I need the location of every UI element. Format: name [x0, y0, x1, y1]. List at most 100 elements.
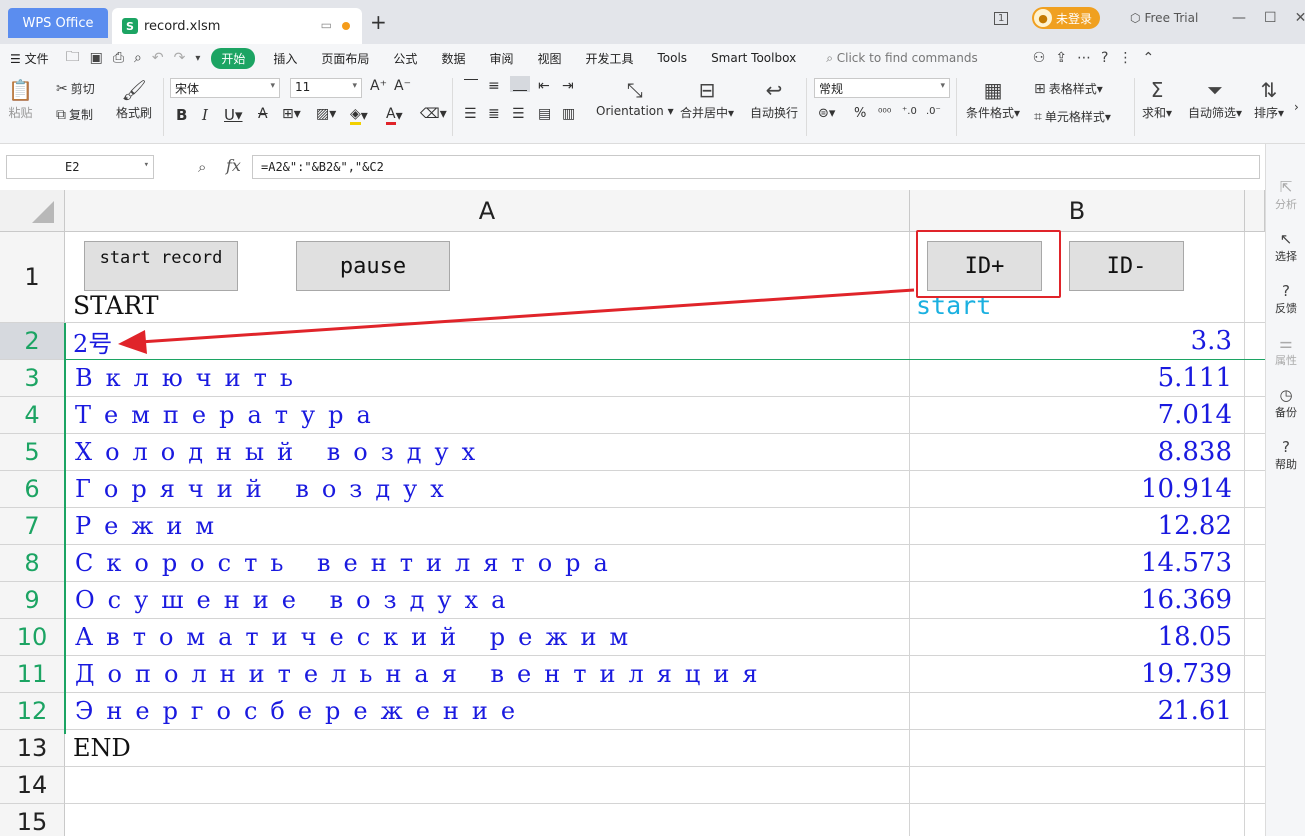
close-icon[interactable]: ✕ — [1295, 10, 1305, 26]
cell-b5[interactable]: 8.838 — [910, 434, 1245, 470]
maximize-icon[interactable]: ☐ — [1264, 10, 1277, 26]
cell-a12[interactable]: Энергосбережение — [65, 693, 910, 729]
options-more-icon[interactable]: ⋮ — [1113, 50, 1137, 66]
side-properties-button[interactable]: ⚌ 属性 — [1266, 334, 1305, 368]
tab-formulas[interactable]: 公式 — [381, 50, 429, 67]
align-left-icon[interactable]: ☰ — [464, 106, 477, 122]
cell-a8[interactable]: Скорость вентилятора — [65, 545, 910, 581]
row-header[interactable]: 4 — [0, 397, 65, 434]
row-header[interactable]: 3 — [0, 360, 65, 397]
thousands-icon[interactable]: ⁰⁰⁰ — [878, 106, 891, 119]
increase-font-icon[interactable]: A⁺ — [370, 78, 387, 94]
currency-icon[interactable]: ⊜▾ — [818, 106, 835, 121]
name-box[interactable]: E2 ▾ — [6, 155, 154, 179]
percent-icon[interactable]: % — [854, 106, 866, 121]
cell-a15[interactable] — [65, 804, 910, 836]
strikethrough-icon[interactable]: A — [258, 106, 268, 122]
help-icon[interactable]: ? — [1096, 50, 1113, 66]
cell-a11[interactable]: Дополнительная вентиляция — [65, 656, 910, 692]
row-header[interactable]: 11 — [0, 656, 65, 693]
menu-file[interactable]: ☰ 文件 — [0, 50, 61, 67]
row-header[interactable]: 12 — [0, 693, 65, 730]
cell-b11[interactable]: 19.739 — [910, 656, 1245, 692]
cell-a6[interactable]: Горячий воздух — [65, 471, 910, 507]
border-icon[interactable]: ⊞▾ — [282, 106, 301, 122]
id-minus-button[interactable]: ID- — [1069, 241, 1184, 291]
cut-button[interactable]: ✂ 剪切 — [56, 80, 95, 97]
side-help-button[interactable]: ? 帮助 — [1266, 438, 1305, 472]
undo-icon[interactable]: ↶ — [147, 50, 169, 66]
indent-decrease-icon[interactable]: ⇤ — [538, 78, 550, 94]
print-preview-icon[interactable]: ⌕ — [129, 50, 147, 66]
row-header[interactable]: 13 — [0, 730, 65, 767]
tab-insert[interactable]: 插入 — [261, 50, 309, 67]
side-analyze-button[interactable]: ⇱ 分析 — [1266, 178, 1305, 212]
sum-button[interactable]: Σ 求和▾ — [1142, 76, 1172, 121]
sort-button[interactable]: ⇅ 排序▾ — [1254, 76, 1284, 121]
row-header[interactable]: 2 — [0, 323, 65, 360]
merge-center-button[interactable]: ⊟ 合并居中▾ — [680, 76, 734, 121]
format-painter-button[interactable]: 🖌 格式刷 — [116, 76, 152, 121]
increase-decimal-icon[interactable]: ⁺.0 — [902, 106, 917, 117]
more-icon[interactable]: ⋯ — [1072, 50, 1096, 66]
ribbon-scroll-right-icon[interactable]: › — [1294, 100, 1299, 114]
cell-b10[interactable]: 18.05 — [910, 619, 1245, 655]
column-header-a[interactable]: A — [65, 190, 910, 232]
cell-a5[interactable]: Холодный воздух — [65, 434, 910, 470]
align-top-icon[interactable]: ⎺ — [464, 78, 478, 94]
open-folder-icon[interactable]: 🗀 — [61, 46, 85, 70]
redo-icon[interactable]: ↷ — [169, 50, 191, 66]
row-header[interactable]: 9 — [0, 582, 65, 619]
cell-a9[interactable]: Осушение воздуха — [65, 582, 910, 618]
zoom-search-icon[interactable]: ⌕ — [198, 158, 206, 176]
paste-button[interactable]: 📋 粘贴 — [8, 76, 33, 121]
table-style-button[interactable]: ⊞ 表格样式 ▾ — [1034, 80, 1103, 97]
cell-b9[interactable]: 16.369 — [910, 582, 1245, 618]
fill-color-icon[interactable]: ◈ ▾ — [350, 106, 368, 125]
file-tab[interactable]: S record.xlsm ▭ — [112, 8, 362, 44]
cell-b13[interactable] — [910, 730, 1245, 766]
select-all-corner[interactable] — [0, 190, 65, 232]
save-icon[interactable]: ▣ — [85, 50, 108, 66]
tab-review[interactable]: 审阅 — [477, 50, 525, 67]
cell-a4[interactable]: Температура — [65, 397, 910, 433]
collapse-ribbon-icon[interactable]: ⌃ — [1137, 50, 1159, 66]
monitor-icon[interactable]: ▭ — [321, 18, 332, 32]
cell-a2[interactable]: 2号 — [65, 323, 910, 359]
column-header-b[interactable]: B — [910, 190, 1245, 232]
new-tab-plus-icon[interactable]: + — [370, 10, 387, 34]
copy-button[interactable]: ⧉ 复制 — [56, 106, 93, 123]
cell-a7[interactable]: Режим — [65, 508, 910, 544]
fill-pattern-icon[interactable]: ▨▾ — [316, 106, 336, 122]
orientation-button[interactable]: ⤡ Orientation ▾ — [596, 76, 674, 118]
cell-a3[interactable]: Включить — [65, 360, 910, 396]
cell-b4[interactable]: 7.014 — [910, 397, 1245, 433]
cell-b14[interactable] — [910, 767, 1245, 803]
pause-button[interactable]: pause — [296, 241, 450, 291]
side-backup-button[interactable]: ◷ 备份 — [1266, 386, 1305, 420]
decrease-decimal-icon[interactable]: .0⁻ — [926, 106, 941, 117]
cell-a13[interactable]: END — [65, 730, 910, 766]
free-trial-button[interactable]: Free Trial — [1144, 11, 1198, 25]
page-indicator-icon[interactable]: 1 — [994, 11, 1009, 25]
row-header[interactable]: 15 — [0, 804, 65, 836]
align-right-icon[interactable]: ☰ — [512, 106, 525, 122]
formula-input[interactable]: =A2&":"&B2&","&C2 — [252, 155, 1260, 179]
side-feedback-button[interactable]: ? 反馈 — [1266, 282, 1305, 316]
cell-b8[interactable]: 14.573 — [910, 545, 1245, 581]
align-middle-icon[interactable]: ≡ — [488, 78, 500, 94]
row-header[interactable]: 1 — [0, 232, 65, 323]
tab-home[interactable]: 开始 — [211, 47, 256, 69]
minimize-icon[interactable]: — — [1232, 10, 1246, 26]
distributed-icon[interactable]: ▥ — [562, 106, 575, 122]
tab-page-layout[interactable]: 页面布局 — [309, 50, 381, 67]
tab-developer[interactable]: 开发工具 — [573, 50, 645, 67]
italic-icon[interactable]: I — [202, 106, 208, 124]
cell-b12[interactable]: 21.61 — [910, 693, 1245, 729]
export-icon[interactable]: ⇪ — [1050, 50, 1072, 66]
clear-eraser-icon[interactable]: ⌫▾ — [420, 106, 447, 122]
conditional-format-button[interactable]: ▦ 条件格式▾ — [966, 76, 1020, 121]
cell-a10[interactable]: Автоматический режим — [65, 619, 910, 655]
underline-icon[interactable]: U▾ — [224, 106, 243, 124]
cell-b6[interactable]: 10.914 — [910, 471, 1245, 507]
